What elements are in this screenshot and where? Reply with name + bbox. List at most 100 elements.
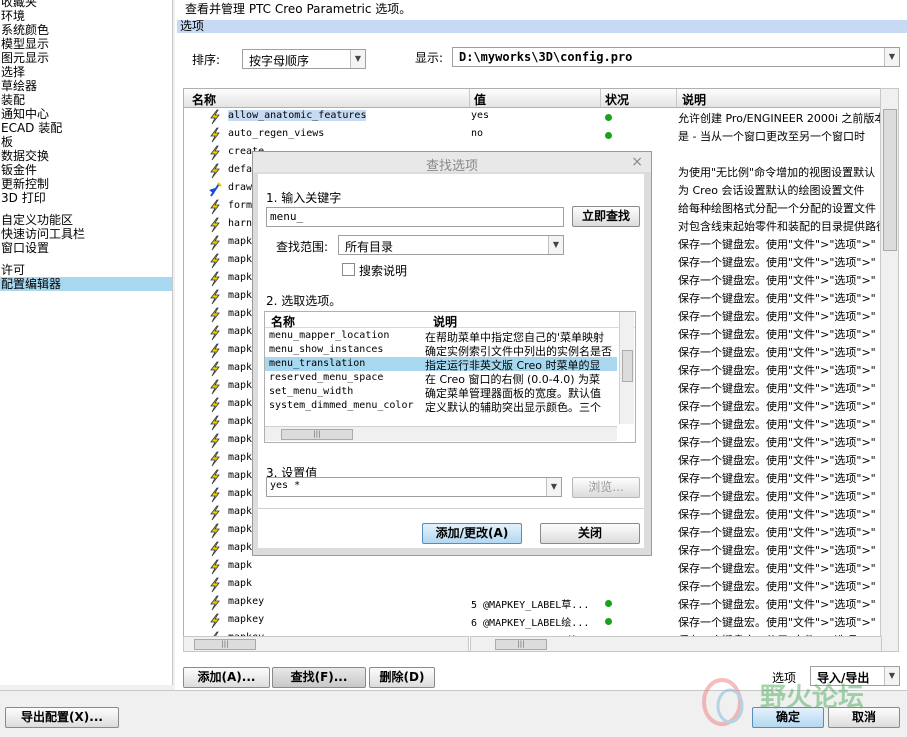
add-change-button[interactable]: 添加/更改(A) (422, 523, 522, 544)
sidebar-item[interactable]: 窗口设置 (0, 241, 172, 255)
sidebar-item[interactable]: 钣金件 (0, 163, 172, 177)
table-row[interactable]: mapkey 5 @MAPKEY_LABEL草... 保存一个键盘宏。使用"文件">… (184, 594, 882, 612)
option-list-item[interactable]: menu_mapper_location 在帮助菜单中指定您自己的'菜单映射 (265, 329, 617, 344)
lightning-icon (210, 415, 220, 431)
lightning-icon (210, 127, 220, 143)
column-header-status[interactable]: 状况 (605, 91, 629, 108)
column-header-name[interactable]: 名称 (192, 91, 216, 108)
sidebar-item[interactable]: 选择 (0, 65, 172, 79)
option-description: 给每种绘图格式分配一个分配的设置文件 (678, 202, 876, 215)
table-vertical-scrollbar[interactable] (880, 88, 899, 652)
option-list-item[interactable]: menu_show_instances 确定实例索引文件中列出的实例名是否 (265, 343, 617, 358)
column-header-value[interactable]: 值 (474, 91, 486, 108)
option-description: 保存一个键盘宏。使用"文件">"选项">" (678, 598, 876, 611)
option-list-item[interactable]: set_menu_width 确定菜单管理器面板的宽度。默认值 (265, 385, 617, 400)
option-description: 保存一个键盘宏。使用"文件">"选项">" (678, 292, 876, 305)
sidebar-item[interactable]: 快速访问工具栏 (0, 227, 172, 241)
chevron-down-icon: ▼ (548, 236, 563, 254)
sidebar-item[interactable]: 图元显示 (0, 51, 172, 65)
browse-button[interactable]: 浏览... (572, 477, 640, 498)
table-hscroll-right[interactable]: ||| (470, 636, 882, 652)
sidebar-item[interactable]: 模型显示 (0, 37, 172, 51)
forum-watermark-logo: 野火论坛 (702, 678, 864, 726)
option-name: mapk (228, 434, 253, 445)
option-description: 保存一个键盘宏。使用"文件">"选项">" (678, 364, 876, 377)
sidebar-item[interactable]: 数据交换 (0, 149, 172, 163)
option-name: mapk (228, 290, 253, 301)
table-row[interactable]: allow_anatomic_features yes 允许创建 Pro/ENGIN… (184, 108, 882, 126)
search-now-button[interactable]: 立即查找 (572, 206, 640, 227)
options-sidebar: 收藏夹 环境 系统颜色 模型显示 图元显示 选择 草绘器 装配 通知中心 ECAD 装配板数据交换… (0, 0, 173, 685)
option-value: yes (471, 110, 490, 121)
table-row[interactable]: mapk 保存一个键盘宏。使用"文件">"选项">" (184, 558, 882, 576)
sort-select[interactable]: 按字母顺序 ▼ (242, 49, 366, 69)
set-value-select[interactable]: yes * ▼ (266, 477, 562, 497)
sidebar-item[interactable]: 系统颜色 (0, 23, 172, 37)
export-config-button[interactable]: 导出配置(X)... (5, 707, 119, 728)
option-name: mapkey (228, 614, 265, 625)
sidebar-item[interactable]: 装配 (0, 93, 172, 107)
table-row[interactable]: auto_regen_views no 是 - 当从一个窗口更改至另一个窗口时 (184, 126, 882, 144)
option-description: 保存一个键盘宏。使用"文件">"选项">" (678, 490, 876, 503)
search-description-checkbox[interactable] (342, 263, 355, 276)
option-list-name: reserved_menu_space (269, 372, 384, 383)
table-row[interactable]: mapkey 6 @MAPKEY_LABEL绘... 保存一个键盘宏。使用"文件">… (184, 612, 882, 630)
lightning-icon (210, 343, 220, 359)
lightning-icon (210, 109, 220, 125)
step2-label: 2. 选取选项。 (266, 294, 342, 308)
sidebar-item[interactable]: 草绘器 (0, 79, 172, 93)
option-list-hscroll[interactable]: ||| (265, 426, 617, 441)
table-row[interactable]: mapk 保存一个键盘宏。使用"文件">"选项">" (184, 576, 882, 594)
delete-option-button[interactable]: 删除(D) (369, 667, 435, 688)
dialog-titlebar[interactable]: 查找选项 × (253, 152, 651, 174)
option-name: defa (228, 164, 253, 175)
option-name: mapk (228, 488, 253, 499)
list-header-desc[interactable]: 说明 (433, 313, 457, 330)
column-header-desc[interactable]: 说明 (682, 91, 706, 108)
sidebar-item[interactable]: 环境 (0, 9, 172, 23)
option-description: 保存一个键盘宏。使用"文件">"选项">" (678, 310, 876, 323)
sidebar-item[interactable]: 收藏夹 (0, 0, 172, 9)
sidebar-item[interactable]: 板 (0, 135, 172, 149)
option-list-desc: 定义默认的辅助突出显示颜色。三个 (425, 401, 601, 414)
scope-select[interactable]: 所有目录 ▼ (338, 235, 564, 255)
sidebar-item[interactable]: 更新控制 (0, 177, 172, 191)
sidebar-item[interactable]: 许可 (0, 263, 172, 277)
sidebar-item[interactable]: 自定义功能区 (0, 213, 172, 227)
option-name: mapk (228, 506, 253, 517)
watermark-text: 野火论坛 (760, 683, 864, 713)
sidebar-item[interactable]: 3D 打印 (0, 191, 172, 205)
lightning-icon (210, 613, 220, 629)
lightning-icon (210, 325, 220, 341)
sidebar-item[interactable]: 配置编辑器 (0, 277, 172, 291)
option-list-vscroll[interactable] (619, 312, 634, 424)
lightning-icon (210, 217, 220, 233)
sidebar-item[interactable]: 通知中心 (0, 107, 172, 121)
lightning-icon (210, 253, 220, 269)
keyword-input[interactable]: menu_ (266, 207, 564, 227)
option-description: 保存一个键盘宏。使用"文件">"选项">" (678, 436, 876, 449)
lightning-icon (210, 469, 220, 485)
find-option-button[interactable]: 查找(F)... (272, 667, 366, 688)
show-select[interactable]: D:\myworks\3D\config.pro ▼ (452, 47, 900, 67)
option-description: 对包含线束起始零件和装配的目录提供路径 (678, 220, 882, 233)
lightning-icon (210, 271, 220, 287)
sidebar-item[interactable]: ECAD 装配 (0, 121, 172, 135)
dialog-title: 查找选项 (425, 159, 478, 174)
option-description: 保存一个键盘宏。使用"文件">"选项">" (678, 544, 876, 557)
option-name: form (228, 200, 253, 211)
table-hscroll-left[interactable]: ||| (183, 636, 469, 652)
option-name: auto_regen_views (228, 128, 325, 139)
close-button[interactable]: 关闭 (540, 523, 640, 544)
add-option-button[interactable]: 添加(A)... (183, 667, 270, 688)
option-value: 6 @MAPKEY_LABEL绘... (471, 618, 590, 629)
option-list-item[interactable]: reserved_menu_space 在 Creo 窗口的右侧 (0.0-4.0… (265, 371, 617, 386)
modified-star-icon (209, 182, 222, 197)
option-name: mapk (228, 470, 253, 481)
option-description: 保存一个键盘宏。使用"文件">"选项">" (678, 526, 876, 539)
section-title: 选项 (177, 20, 907, 33)
option-list-item[interactable]: system_dimmed_menu_color 定义默认的辅助突出显示颜色。三个 (265, 399, 617, 414)
list-header-name[interactable]: 名称 (271, 313, 295, 330)
option-list-item[interactable]: menu_translation 指定运行非英文版 Creo 时菜单的显 (265, 357, 617, 372)
close-icon[interactable]: × (631, 154, 643, 170)
